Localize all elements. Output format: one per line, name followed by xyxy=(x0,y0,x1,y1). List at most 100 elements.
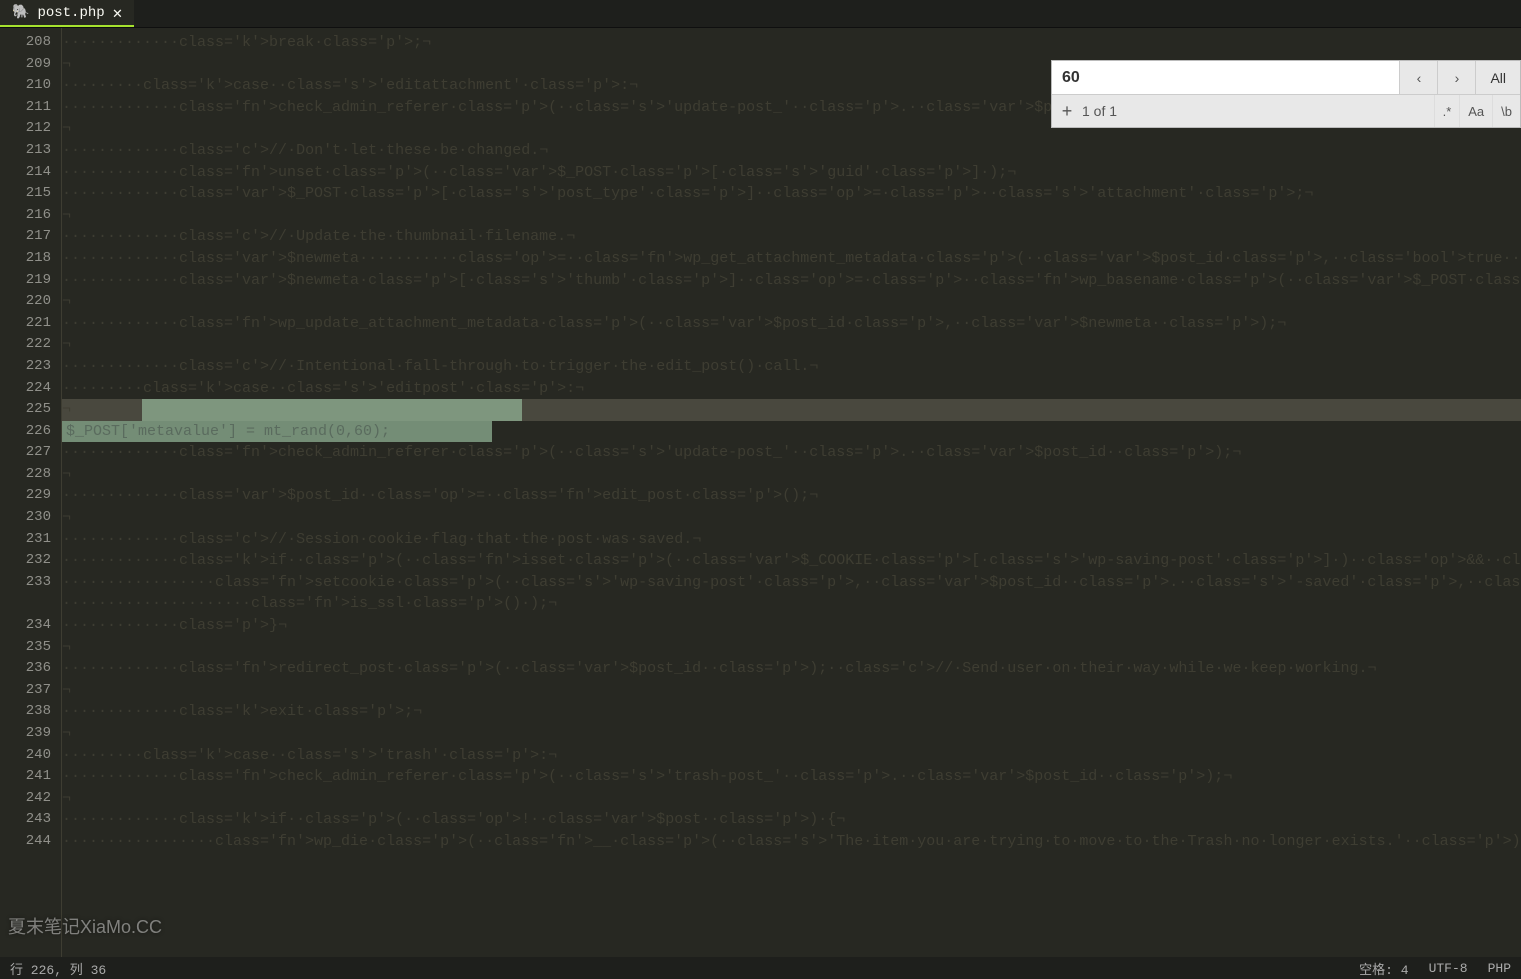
code-text: ·············class='k'>break·class='p'>;… xyxy=(62,34,431,51)
find-expand-button[interactable]: + xyxy=(1052,101,1082,122)
code-line[interactable]: ·················class='fn'>setcookie·cl… xyxy=(62,572,1521,594)
code-line[interactable]: ·············class='fn'>check_admin_refe… xyxy=(62,442,1521,464)
code-text: ¬ xyxy=(62,120,71,137)
code-line[interactable]: ·············class='var'>$newmeta·class=… xyxy=(62,270,1521,292)
code-line[interactable]: ·············class='c'>//·Intentional·fa… xyxy=(62,356,1521,378)
code-text: ·············class='var'>$newmeta·class=… xyxy=(62,272,1521,289)
php-file-icon: 🐘 xyxy=(12,4,29,21)
code-line[interactable]: ·············class='var'>$newmeta·······… xyxy=(62,248,1521,270)
code-text: ·············class='fn'>unset·class='p'>… xyxy=(62,164,1016,181)
code-line[interactable]: ·············class='fn'>unset·class='p'>… xyxy=(62,162,1521,184)
code-line[interactable]: ·····················class='fn'>is_ssl·c… xyxy=(62,593,1521,615)
code-line[interactable]: ¬ xyxy=(62,399,1521,421)
code-line[interactable]: ·············class='p'>}¬ xyxy=(62,615,1521,637)
code-line[interactable]: ·············class='fn'>check_admin_refe… xyxy=(62,766,1521,788)
status-indent[interactable]: 空格: 4 xyxy=(1359,959,1408,978)
tab-filename: post.php xyxy=(37,5,104,21)
code-line[interactable]: ¬ xyxy=(62,464,1521,486)
code-line[interactable]: ¬ xyxy=(62,507,1521,529)
line-number: 221 xyxy=(0,313,51,335)
find-regex-toggle[interactable]: .* xyxy=(1434,95,1460,127)
code-line[interactable]: ·············class='c'>//·Session·cookie… xyxy=(62,529,1521,551)
code-text: ·············class='var'>$_POST·class='p… xyxy=(62,185,1313,202)
line-number: 208 xyxy=(0,32,51,54)
code-text: ·········class='k'>case··class='s'>'edit… xyxy=(62,77,638,94)
code-line[interactable]: ·············class='k'>if··class='p'>(··… xyxy=(62,550,1521,572)
line-number: 244 xyxy=(0,831,51,853)
code-line[interactable]: ¬ xyxy=(62,205,1521,227)
line-number: 235 xyxy=(0,637,51,659)
inserted-code-text: $_POST['metavalue'] = mt_rand(0,60); xyxy=(66,421,390,443)
tab-post-php[interactable]: 🐘 post.php ✕ xyxy=(0,0,134,27)
code-text: ·············class='c'>//·Session·cookie… xyxy=(62,531,701,548)
code-text: ·········class='k'>case··class='s'>'tras… xyxy=(62,747,557,764)
code-text: ·············class='k'>if··class='p'>(··… xyxy=(62,552,1521,569)
line-number: 212 xyxy=(0,118,51,140)
find-input[interactable] xyxy=(1052,61,1399,94)
find-word-toggle[interactable]: \b xyxy=(1492,95,1520,127)
code-text: ·················class='fn'>setcookie·cl… xyxy=(62,574,1521,591)
line-number: 238 xyxy=(0,701,51,723)
code-line[interactable]: $_POST['metavalue'] = mt_rand(0,60); xyxy=(62,421,1521,443)
line-number: 242 xyxy=(0,788,51,810)
code-text: ·············class='k'>if··class='p'>(··… xyxy=(62,811,845,828)
code-text: ·············class='fn'>check_admin_refe… xyxy=(62,444,1241,461)
code-text: ·············class='c'>//·Intentional·fa… xyxy=(62,358,818,375)
close-icon[interactable]: ✕ xyxy=(113,3,123,23)
line-number: 241 xyxy=(0,766,51,788)
line-number: 239 xyxy=(0,723,51,745)
status-position[interactable]: 行 226, 列 36 xyxy=(10,959,106,978)
line-number-gutter: 2082092102112122132142152162172182192202… xyxy=(0,28,62,957)
code-line[interactable]: ·············class='k'>if··class='p'>(··… xyxy=(62,809,1521,831)
code-line[interactable]: ·············class='c'>//·Update·the·thu… xyxy=(62,226,1521,248)
code-text: ¬ xyxy=(62,682,71,699)
code-line[interactable]: ·············class='fn'>wp_update_attach… xyxy=(62,313,1521,335)
find-count: 1 of 1 xyxy=(1082,103,1434,119)
code-text: ·············class='fn'>wp_update_attach… xyxy=(62,315,1286,332)
line-number: 232▾ xyxy=(0,550,51,572)
code-text: ¬ xyxy=(62,293,71,310)
line-number: 237 xyxy=(0,680,51,702)
code-line[interactable]: ·············class='k'>break·class='p'>;… xyxy=(62,32,1521,54)
line-number: 228 xyxy=(0,464,51,486)
line-number: 234 xyxy=(0,615,51,637)
line-number: 219 xyxy=(0,270,51,292)
find-prev-button[interactable]: ‹ xyxy=(1399,61,1437,94)
line-number: 230 xyxy=(0,507,51,529)
code-line[interactable]: ·········class='k'>case··class='s'>'tras… xyxy=(62,745,1521,767)
code-line[interactable]: ·············class='c'>//·Don't·let·thes… xyxy=(62,140,1521,162)
code-text: ¬ xyxy=(62,401,71,418)
code-text: ·············class='k'>exit·class='p'>;¬ xyxy=(62,703,422,720)
code-line[interactable]: ¬ xyxy=(62,291,1521,313)
code-content[interactable]: ·············class='k'>break·class='p'>;… xyxy=(62,28,1521,957)
code-line[interactable]: ¬ xyxy=(62,723,1521,745)
code-line[interactable]: ·········class='k'>case··class='s'>'edit… xyxy=(62,378,1521,400)
line-number: 218 xyxy=(0,248,51,270)
code-text: ¬ xyxy=(62,725,71,742)
code-line[interactable]: ¬ xyxy=(62,680,1521,702)
code-text: ¬ xyxy=(62,790,71,807)
tab-bar: 🐘 post.php ✕ xyxy=(0,0,1521,28)
code-line[interactable]: ·············class='k'>exit·class='p'>;¬ xyxy=(62,701,1521,723)
line-number: 233 xyxy=(0,572,51,594)
status-encoding[interactable]: UTF-8 xyxy=(1429,961,1468,976)
code-line[interactable]: ·············class='var'>$_POST·class='p… xyxy=(62,183,1521,205)
code-line[interactable]: ¬ xyxy=(62,334,1521,356)
find-case-toggle[interactable]: Aa xyxy=(1459,95,1492,127)
line-number: 209 xyxy=(0,54,51,76)
code-line[interactable]: ¬ xyxy=(62,788,1521,810)
code-line[interactable]: ·············class='fn'>redirect_post·cl… xyxy=(62,658,1521,680)
code-text: ·····················class='fn'>is_ssl·c… xyxy=(62,595,557,612)
code-line[interactable]: ·············class='var'>$post_id··class… xyxy=(62,485,1521,507)
find-all-button[interactable]: All xyxy=(1475,61,1520,94)
code-text: ¬ xyxy=(62,56,71,73)
code-line[interactable]: ¬ xyxy=(62,637,1521,659)
code-text: ¬ xyxy=(62,336,71,353)
line-number: 226 xyxy=(0,421,51,443)
code-text: ·············class='p'>}¬ xyxy=(62,617,287,634)
status-language[interactable]: PHP xyxy=(1488,961,1511,976)
find-next-button[interactable]: › xyxy=(1437,61,1475,94)
line-number: 225 xyxy=(0,399,51,421)
code-text: ·············class='var'>$newmeta·······… xyxy=(62,250,1521,267)
code-line[interactable]: ·················class='fn'>wp_die·class… xyxy=(62,831,1521,853)
